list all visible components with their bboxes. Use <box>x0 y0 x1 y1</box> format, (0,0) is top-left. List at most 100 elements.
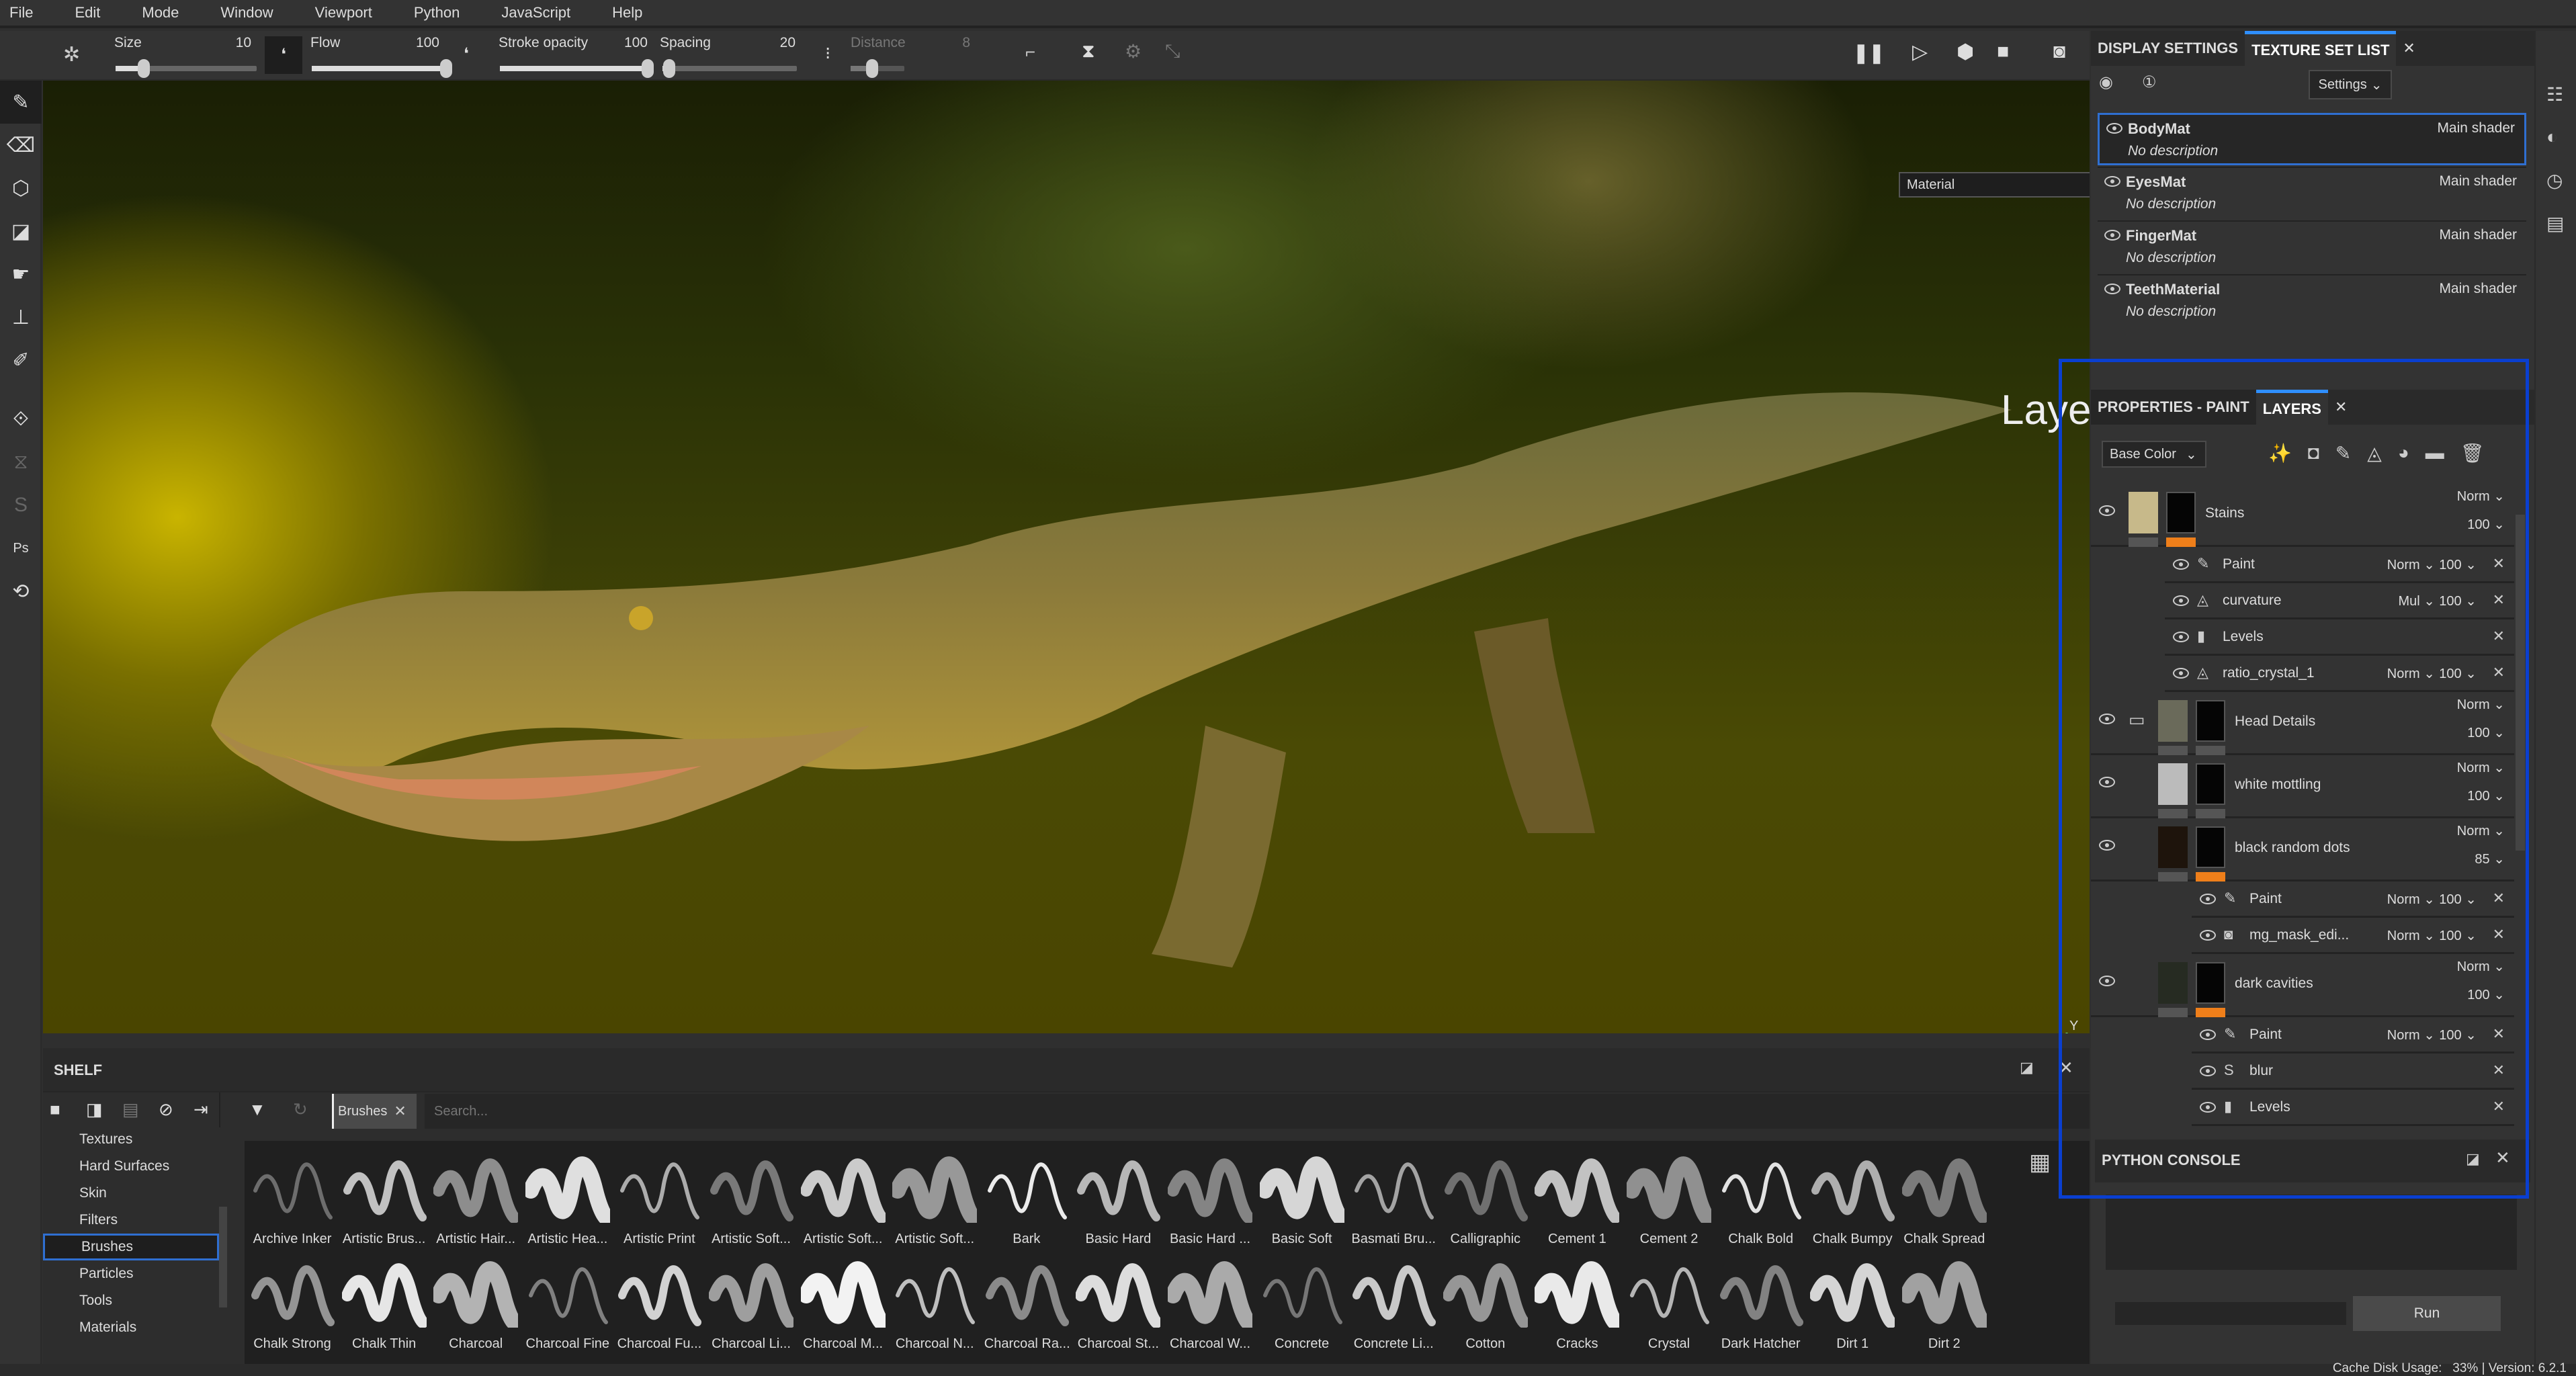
brush-tile[interactable]: Charcoal Ra... <box>984 1255 1069 1352</box>
effect-row[interactable]: ✎ Paint Norm ⌄ 100 ⌄ ✕ <box>2192 1019 2514 1054</box>
viewport-mode-icon[interactable]: ▷ <box>1912 40 1928 64</box>
3d-viewport[interactable]: Material ⌄ Layers Y Z X <box>43 81 2090 1033</box>
shelf-category-item[interactable]: Tools <box>43 1287 219 1314</box>
slider-handle[interactable] <box>866 59 878 78</box>
layer-fill-thumbnail[interactable] <box>2158 826 2188 868</box>
eye-icon[interactable] <box>2106 123 2122 134</box>
effect-name[interactable]: blur <box>2249 1063 2273 1079</box>
layer-mask-thumbnail[interactable] <box>2196 700 2225 742</box>
opacity-dropdown[interactable]: 100 ⌄ <box>2467 986 2505 1003</box>
brush-tile[interactable]: Basic Soft <box>1256 1150 1348 1247</box>
layer-row[interactable]: white mottling Norm ⌄ 100 ⌄ <box>2091 757 2514 818</box>
history-icon[interactable]: ◷ <box>2546 169 2563 191</box>
brush-shape-icon[interactable]: ✲ <box>63 43 80 67</box>
menu-file[interactable]: File <box>9 4 33 22</box>
shelf-category-item[interactable]: Textures <box>43 1126 219 1153</box>
blend-mode-dropdown[interactable]: Norm ⌄ <box>2387 665 2435 682</box>
layer-mask-thumbnail[interactable] <box>2196 826 2225 868</box>
photoshop-export-icon[interactable]: Ps <box>0 527 42 570</box>
log-icon[interactable]: ▤ <box>2546 212 2564 234</box>
layer-fill-thumbnail[interactable] <box>2158 700 2188 742</box>
slider-handle[interactable] <box>440 59 452 78</box>
eye-icon[interactable] <box>2200 1066 2216 1076</box>
menu-edit[interactable]: Edit <box>75 4 100 22</box>
layer-fill-thumbnail[interactable] <box>2129 492 2158 533</box>
import-icon[interactable]: ⇥ <box>194 1099 208 1120</box>
paint-brush-tool-icon[interactable]: ✎ <box>0 81 42 124</box>
brush-tile[interactable]: Artistic Print <box>617 1150 701 1247</box>
channel-dropdown[interactable]: Base Color ⌄ <box>2102 441 2206 468</box>
blend-mode-dropdown[interactable]: Norm ⌄ <box>2457 822 2505 839</box>
remove-effect-icon[interactable]: ✕ <box>2493 926 2505 943</box>
add-folder-icon[interactable]: ▬ <box>2425 442 2444 464</box>
blend-mode-dropdown[interactable]: Norm ⌄ <box>2457 958 2505 975</box>
undock-icon[interactable]: ◪ <box>2020 1059 2034 1076</box>
lazy-mouse-icon[interactable]: ⁝ <box>825 43 830 64</box>
shader-name[interactable]: Main shader <box>2439 281 2517 297</box>
smudge-tool-icon[interactable]: ☛ <box>0 253 42 296</box>
remove-effect-icon[interactable]: ✕ <box>2493 628 2505 645</box>
brush-tile[interactable]: Chalk Spread <box>1901 1150 1989 1247</box>
texture-set-row[interactable]: TeethMaterial Main shader No description <box>2098 274 2526 327</box>
stroke-opacity-value[interactable]: 100 <box>598 35 648 51</box>
brush-tile[interactable]: Artistic Hair... <box>433 1150 521 1247</box>
effect-name[interactable]: Paint <box>2249 1027 2282 1043</box>
effect-name[interactable]: Levels <box>2249 1099 2290 1115</box>
menu-viewport[interactable]: Viewport <box>315 4 372 22</box>
shader-name[interactable]: Main shader <box>2439 227 2517 243</box>
brush-tile[interactable]: Artistic Soft... <box>709 1150 793 1247</box>
substance-plugin-icon[interactable]: ⟐ <box>0 398 42 441</box>
menu-window[interactable]: Window <box>220 4 273 22</box>
add-fill-layer-icon[interactable]: ◬ <box>2367 442 2382 464</box>
tab-texture-set-list[interactable]: TEXTURE SET LIST <box>2245 31 2397 66</box>
screenshot-icon[interactable]: ◙ <box>2053 40 2065 63</box>
hide-icon[interactable]: ⊘ <box>159 1099 173 1120</box>
shader-name[interactable]: Main shader <box>2439 173 2517 189</box>
stroke-opacity-slider[interactable] <box>500 59 654 78</box>
blend-mode-dropdown[interactable]: Norm ⌄ <box>2457 759 2505 776</box>
close-tab-icon[interactable]: ✕ <box>2396 31 2421 66</box>
brush-tile[interactable]: Crystal <box>1627 1255 1711 1352</box>
tab-properties-paint[interactable]: PROPERTIES - PAINT <box>2091 390 2256 425</box>
size-value[interactable]: 10 <box>202 35 251 51</box>
texture-set-row[interactable]: FingerMat Main shader No description <box>2098 220 2526 273</box>
effect-row[interactable]: ▮ Levels ✕ <box>2165 621 2514 656</box>
shelf-category-item[interactable]: Hard Surfaces <box>43 1153 219 1180</box>
layer-mask-thumbnail[interactable] <box>2166 492 2196 533</box>
symmetry-icon[interactable]: ⧗ <box>1082 40 1095 62</box>
texture-set-settings-icon[interactable]: ☷ <box>2546 83 2563 105</box>
brush-tile[interactable]: Charcoal N... <box>892 1255 977 1352</box>
brush-tile[interactable]: Bark <box>984 1150 1069 1247</box>
layer-row[interactable]: dark cavities Norm ⌄ 100 ⌄ <box>2091 955 2514 1017</box>
opacity-dropdown[interactable]: 100 ⌄ <box>2467 787 2505 804</box>
brush-tile[interactable]: Charcoal Fine <box>525 1255 610 1352</box>
effect-name[interactable]: Paint <box>2223 556 2255 572</box>
add-effect-icon[interactable]: ✨ <box>2268 442 2292 464</box>
eye-icon[interactable] <box>2173 595 2189 606</box>
brush-tile[interactable]: Chalk Strong <box>250 1255 335 1352</box>
effect-row[interactable]: ◙ mg_mask_edi... Norm ⌄ 100 ⌄ ✕ <box>2192 919 2514 954</box>
camera-icon[interactable]: ■ <box>1997 40 2009 63</box>
close-console-icon[interactable]: ✕ <box>2495 1148 2510 1168</box>
spacing-value[interactable]: 20 <box>746 35 796 51</box>
add-mask-icon[interactable]: ◘ <box>2308 442 2319 464</box>
category-scrollbar[interactable] <box>219 1207 227 1307</box>
layer-row[interactable]: ▭ Head Details Norm ⌄ 100 ⌄ <box>2091 693 2514 755</box>
shelf-category-item[interactable]: Skin <box>43 1180 219 1207</box>
effect-row[interactable]: ✎ Paint Norm ⌄ 100 ⌄ ✕ <box>2192 883 2514 918</box>
distance-value[interactable]: 8 <box>920 35 970 51</box>
brush-tile[interactable]: Cotton <box>1442 1255 1530 1352</box>
slider-handle[interactable] <box>663 59 675 78</box>
opacity-dropdown[interactable]: 85 ⌄ <box>2475 851 2505 867</box>
remove-effect-icon[interactable]: ✕ <box>2493 664 2505 681</box>
new-shelf-icon[interactable]: ◨ <box>86 1099 103 1120</box>
blend-mode-dropdown[interactable]: Norm ⌄ <box>2387 1027 2435 1043</box>
shelf-category-item[interactable]: Brushes <box>43 1234 219 1260</box>
size-slider[interactable] <box>116 59 257 78</box>
brush-tile[interactable]: Chalk Bold <box>1719 1150 1803 1247</box>
folder-icon[interactable]: ■ <box>50 1099 60 1120</box>
effect-row[interactable]: S blur ✕ <box>2192 1055 2514 1090</box>
remove-effect-icon[interactable]: ✕ <box>2493 1025 2505 1043</box>
effect-name[interactable]: Levels <box>2223 629 2264 645</box>
eye-icon[interactable] <box>2173 559 2189 570</box>
